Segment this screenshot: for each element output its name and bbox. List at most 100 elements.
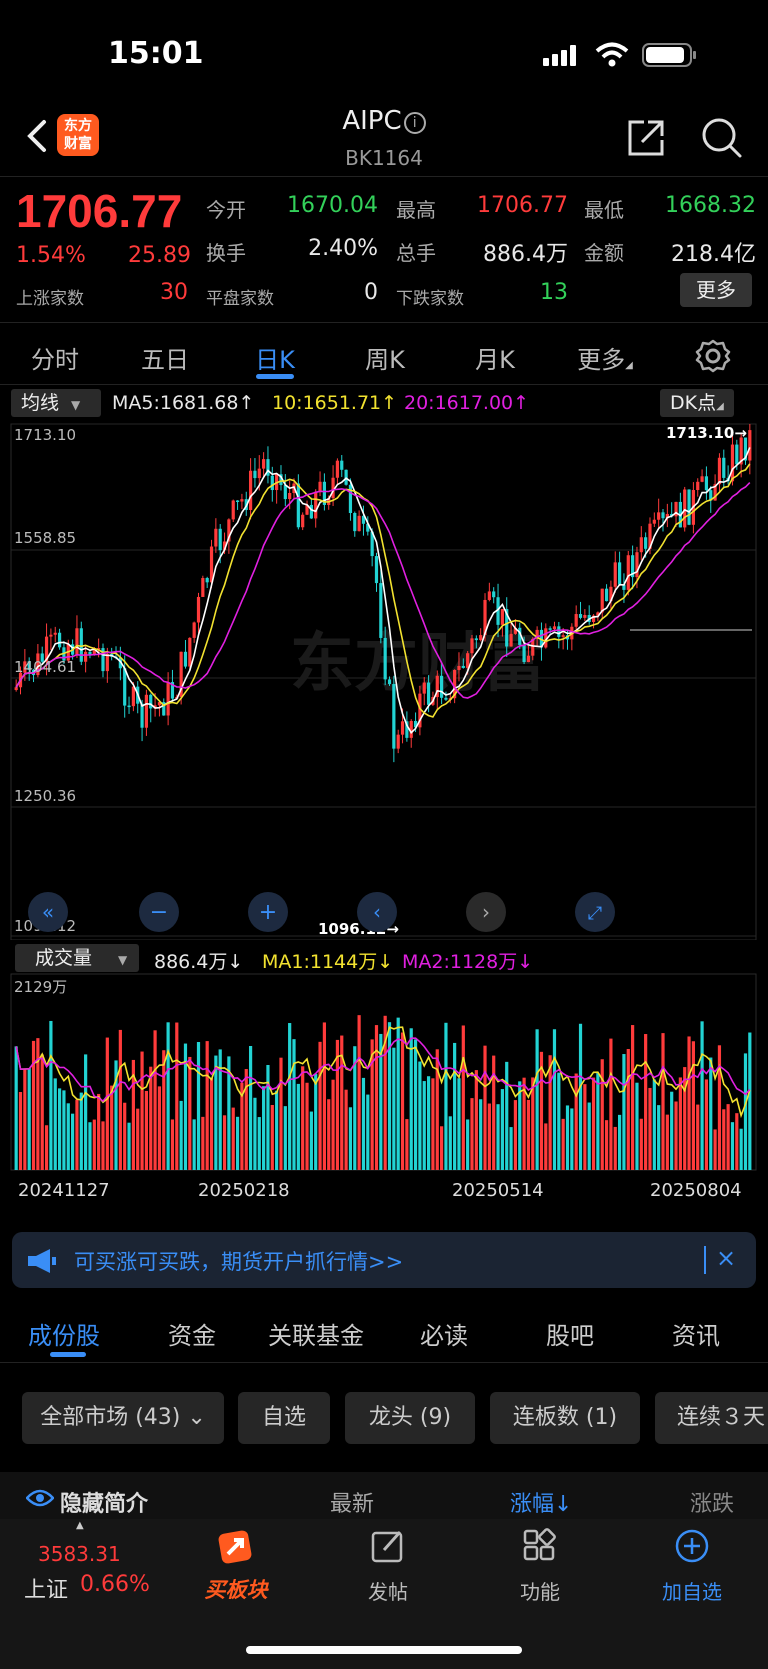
volume-bar	[435, 1049, 439, 1170]
candle-body	[440, 675, 444, 698]
divider	[0, 384, 768, 385]
volume-bar	[392, 1047, 396, 1170]
candle-body	[730, 444, 735, 482]
volume-bar	[570, 1108, 574, 1170]
candle-body	[188, 637, 192, 667]
zoom-in-button[interactable]: +	[248, 892, 288, 932]
volume-bar	[453, 1042, 457, 1170]
search-icon[interactable]	[700, 116, 744, 160]
gear-icon[interactable]	[695, 338, 731, 374]
tab-constituents[interactable]: 成份股	[28, 1316, 100, 1351]
indicator-selector[interactable]: 成交量 ▼	[15, 944, 139, 972]
volume-chart[interactable]: 2129万 20241127 20250218 20250514 2025080…	[0, 970, 768, 1218]
zoom-out-button[interactable]: −	[139, 892, 179, 932]
volume-bar	[704, 1079, 709, 1170]
candle-body	[474, 638, 478, 641]
volume-bar	[644, 1034, 648, 1170]
low-value: 1668.32	[665, 193, 756, 218]
tab-monthly-k[interactable]: 月K	[440, 340, 550, 375]
filter-all-markets[interactable]: 全部市场 (43) ⌄	[22, 1392, 224, 1444]
more-quote-button[interactable]: 更多	[680, 273, 752, 307]
volume-bar	[296, 1083, 300, 1170]
share-icon[interactable]	[624, 116, 668, 160]
candle-body	[214, 528, 218, 547]
eye-icon[interactable]	[26, 1488, 54, 1508]
y-axis-label: 1404.61	[14, 658, 76, 676]
candle-body	[600, 588, 604, 613]
tab-forum[interactable]: 股吧	[546, 1316, 594, 1351]
edit-post-icon[interactable]	[370, 1528, 406, 1564]
add-watchlist-icon[interactable]	[674, 1528, 710, 1564]
tab-related-funds[interactable]: 关联基金	[268, 1316, 364, 1351]
volume-bar	[262, 1086, 266, 1170]
volume-bar	[483, 1045, 487, 1170]
volume-bar	[466, 1119, 470, 1170]
filter-watchlist[interactable]: 自选	[238, 1392, 330, 1444]
buy-board-icon[interactable]	[214, 1528, 258, 1568]
divider	[0, 322, 768, 323]
candle-body	[353, 513, 357, 532]
promo-banner-text[interactable]: 可买涨可买跌，期货开户抓行情>>	[74, 1246, 403, 1276]
candle-body	[422, 682, 426, 694]
tab-five-day[interactable]: 五日	[110, 340, 220, 375]
scroll-right-button[interactable]: ›	[466, 892, 506, 932]
scroll-left-button[interactable]: ‹	[357, 892, 397, 932]
candle-body	[149, 694, 153, 709]
low-label: 最低	[584, 198, 624, 222]
volume-bar	[648, 1087, 652, 1170]
volume-bar	[31, 1040, 36, 1170]
grid-function-icon[interactable]	[522, 1528, 558, 1564]
column-change[interactable]: 涨跌	[690, 1486, 768, 1518]
column-change-percent[interactable]: 涨幅↓	[510, 1486, 572, 1518]
candle-body	[470, 638, 474, 654]
volume-bar	[743, 1053, 748, 1170]
post-button[interactable]: 发帖	[328, 1576, 448, 1605]
index-name[interactable]: 上证	[24, 1572, 68, 1604]
volume-bar	[422, 1081, 426, 1170]
buy-board-button[interactable]: 买板块	[176, 1574, 296, 1604]
function-button[interactable]: 功能	[480, 1576, 600, 1605]
column-latest[interactable]: 最新	[330, 1486, 374, 1518]
tab-more[interactable]: 更多◢	[550, 340, 660, 375]
dk-point-button[interactable]: DK点◢	[660, 389, 734, 417]
candle-body	[262, 459, 266, 469]
candle-body	[240, 499, 244, 502]
volume-bar	[596, 1073, 600, 1170]
ma-selector[interactable]: 均线 ▼	[11, 389, 101, 417]
filter-three-days[interactable]: 连续３天	[655, 1392, 768, 1444]
tab-news[interactable]: 资讯	[672, 1316, 720, 1351]
volume-bar	[700, 1021, 704, 1170]
add-watchlist-button[interactable]: 加自选	[632, 1576, 752, 1605]
filter-limit-up-streak[interactable]: 连板数 (1)	[490, 1392, 640, 1444]
volume-bar	[552, 1029, 557, 1170]
fullscreen-button[interactable]: ⤢	[575, 892, 615, 932]
change-amount: 25.89	[128, 243, 191, 268]
up-count: 30	[160, 280, 188, 305]
candle-body	[374, 556, 379, 584]
volume-bar	[674, 1101, 678, 1170]
dropdown-icon: ▼	[118, 953, 128, 967]
tab-weekly-k[interactable]: 周K	[330, 340, 440, 375]
volume-bar	[405, 1119, 409, 1170]
candle-body	[14, 687, 18, 690]
chevron-left-icon: ‹	[373, 900, 381, 924]
hide-intro-toggle[interactable]: 隐藏简介	[60, 1486, 148, 1518]
candlestick-chart[interactable]: 东方财富 1713.10 1558.85 1404.61 1250.36 109…	[0, 420, 768, 940]
candle-body	[253, 470, 257, 479]
close-banner-button[interactable]: ×	[716, 1244, 736, 1272]
tab-daily-k[interactable]: 日K	[220, 340, 330, 375]
filter-leaders[interactable]: 龙头 (9)	[345, 1392, 475, 1444]
tab-intraday[interactable]: 分时	[0, 340, 110, 375]
volume-bar	[231, 1107, 235, 1170]
scroll-left-fast-button[interactable]: «	[28, 892, 68, 932]
candle-body	[335, 460, 340, 478]
index-percent[interactable]: 0.66%	[80, 1572, 150, 1597]
index-value[interactable]: 3583.31	[38, 1542, 121, 1566]
tab-must-read[interactable]: 必读	[420, 1316, 468, 1351]
candle-body	[574, 614, 578, 627]
tab-funds[interactable]: 资金	[168, 1316, 216, 1351]
volume-bar	[544, 1123, 548, 1170]
volume-bar	[275, 1090, 279, 1170]
info-icon[interactable]: i	[403, 112, 426, 134]
indicator-selector-label: 成交量	[35, 947, 93, 969]
